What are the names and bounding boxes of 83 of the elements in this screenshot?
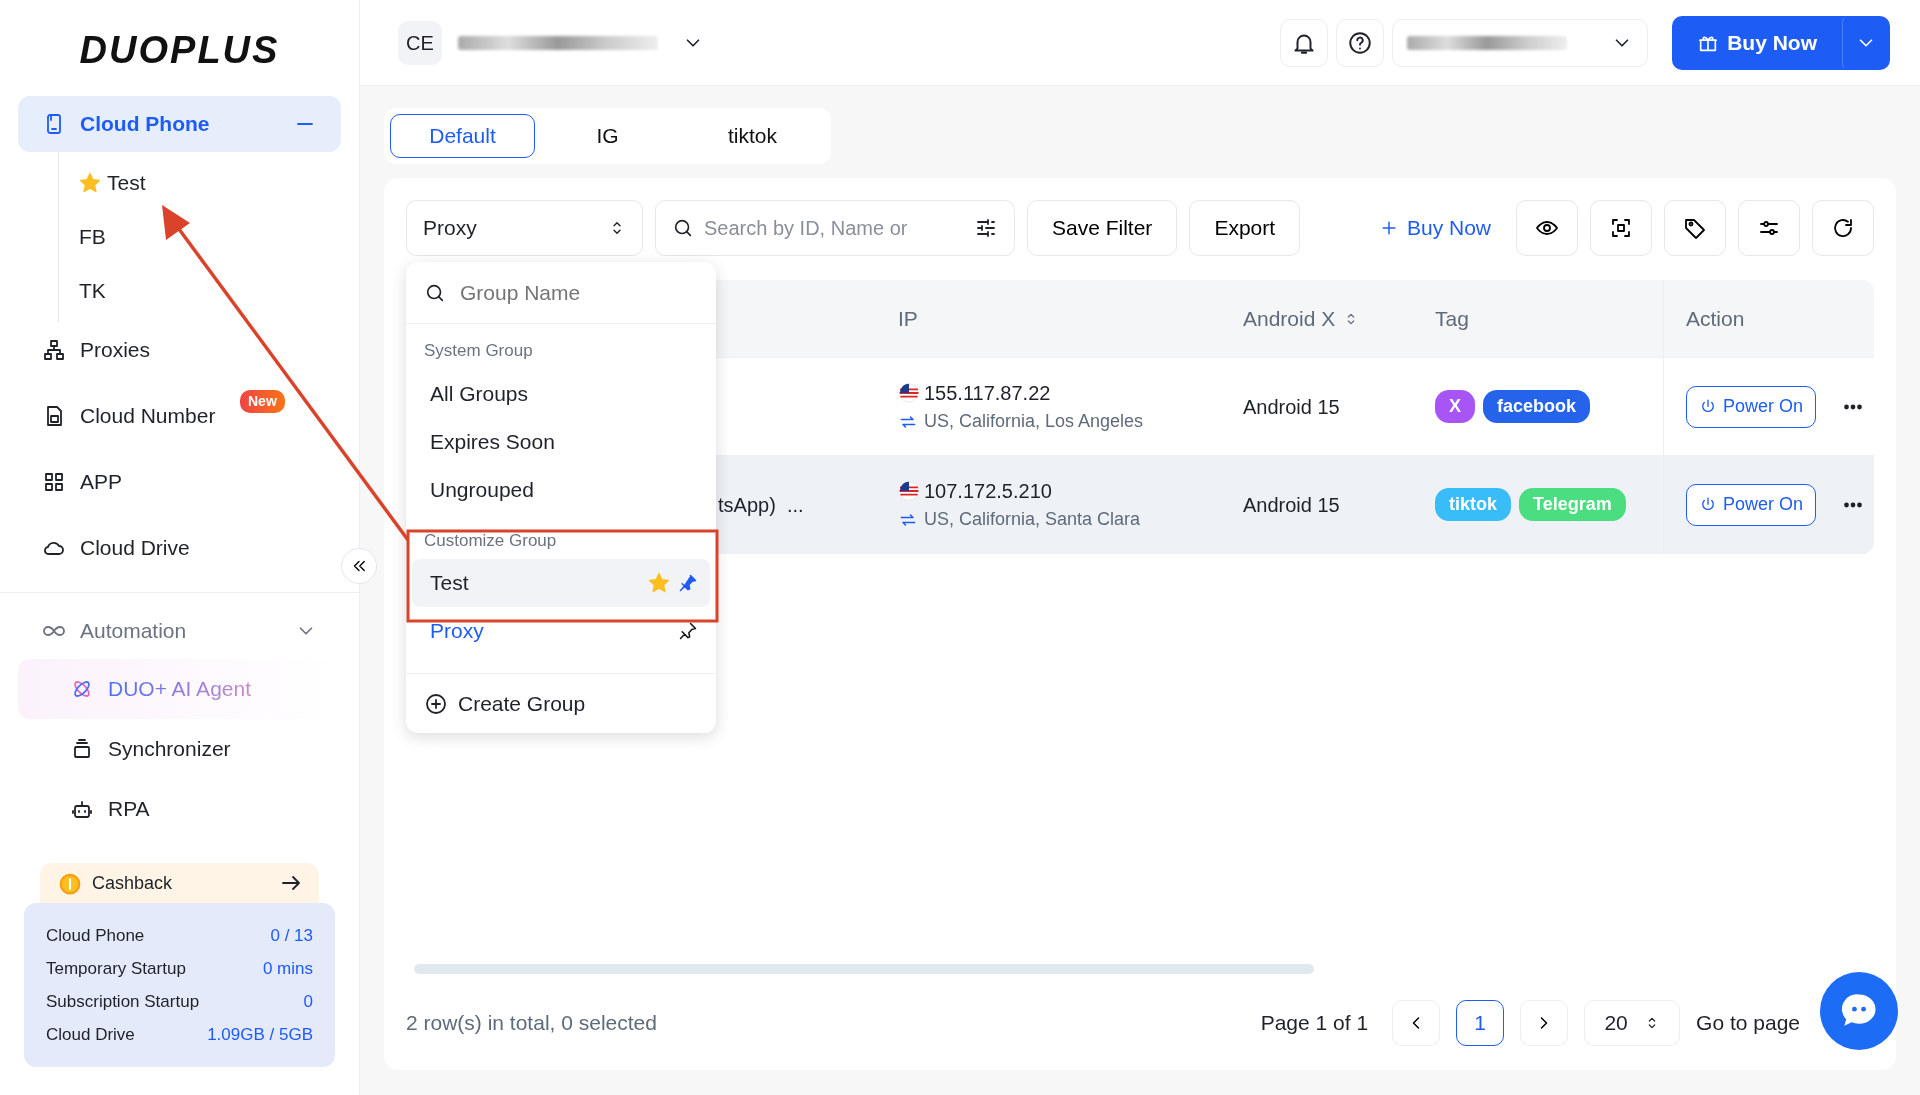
refresh-button[interactable] bbox=[1812, 200, 1874, 256]
group-tab[interactable]: IG bbox=[535, 114, 680, 158]
table-cell: tsApp) ... bbox=[718, 493, 804, 516]
notification-button[interactable] bbox=[1280, 18, 1329, 67]
us-flag-icon bbox=[898, 480, 920, 502]
page-size-select[interactable]: 20 bbox=[1584, 1000, 1681, 1046]
create-group-button[interactable]: Create Group bbox=[406, 673, 716, 733]
settings-button[interactable] bbox=[1738, 200, 1800, 256]
tag: Telegram bbox=[1519, 488, 1626, 521]
sidebar-item[interactable]: APP bbox=[18, 454, 341, 510]
filter-sliders-icon bbox=[974, 216, 998, 240]
column-header: Action bbox=[1686, 305, 1745, 332]
sidebar-item[interactable]: Cloud Number New bbox=[18, 388, 341, 444]
search-box[interactable]: Search by ID, Name or bbox=[655, 200, 1015, 256]
cashback-banner[interactable]: Cashback bbox=[40, 863, 319, 903]
buy-now-link[interactable]: Buy Now bbox=[1365, 205, 1504, 251]
column-header[interactable]: Android X bbox=[1243, 302, 1360, 335]
group-tab[interactable]: Default bbox=[390, 114, 535, 158]
plus-circle-icon bbox=[424, 691, 448, 716]
section-title: Customize Group bbox=[423, 529, 558, 552]
tag: tiktok bbox=[1435, 488, 1511, 521]
location-text: US, California, Santa Clara bbox=[924, 508, 1141, 531]
column-header: Tag bbox=[1435, 305, 1469, 332]
help-button[interactable] bbox=[1336, 18, 1385, 67]
column-header: IP bbox=[898, 305, 918, 332]
ip-address: 107.172.5.210 bbox=[924, 479, 1052, 504]
tag-icon bbox=[1683, 216, 1707, 240]
scan-button[interactable] bbox=[1590, 200, 1652, 256]
goto-label: Go to page bbox=[1696, 1010, 1800, 1037]
page-info: Page 1 of 1 bbox=[1260, 1010, 1369, 1037]
sidebar-subitem[interactable]: TK bbox=[59, 264, 359, 318]
grid-icon bbox=[42, 470, 66, 494]
search-input[interactable]: Search by ID, Name or bbox=[702, 212, 966, 244]
row-summary: 2 row(s) in total, 0 selected bbox=[406, 1010, 657, 1037]
network-icon bbox=[42, 338, 66, 362]
section-title: System Group bbox=[423, 340, 534, 362]
tag: facebook bbox=[1483, 390, 1591, 423]
save-filter-button[interactable]: Save Filter bbox=[1027, 200, 1178, 256]
sidebar-subitem[interactable]: FB bbox=[59, 210, 359, 264]
group-option[interactable]: Ungrouped bbox=[412, 465, 710, 514]
group-option[interactable]: Expires Soon bbox=[412, 417, 710, 466]
location-text: US, California, Los Angeles bbox=[924, 410, 1144, 433]
avatar[interactable]: CE bbox=[398, 20, 442, 65]
sidebar-subitem[interactable]: Test bbox=[59, 156, 359, 210]
usage-value: 0 bbox=[303, 990, 313, 1013]
sidebar-item[interactable]: Cloud Phone bbox=[18, 96, 341, 152]
new-badge: New bbox=[240, 390, 285, 413]
page-button[interactable]: 1 bbox=[1456, 1000, 1505, 1046]
sidebar-item[interactable]: RPA bbox=[18, 779, 341, 839]
group-tab[interactable]: tiktok bbox=[680, 114, 825, 158]
usage-label: Temporary Startup bbox=[46, 957, 186, 980]
group-search-field[interactable]: Group Name bbox=[406, 262, 716, 324]
usage-label: Subscription Startup bbox=[46, 990, 200, 1013]
us-flag-icon bbox=[898, 382, 920, 404]
collapse-button[interactable] bbox=[341, 548, 377, 584]
tag-button[interactable] bbox=[1664, 200, 1726, 256]
table-cell: Android 15 bbox=[1243, 493, 1340, 516]
export-button[interactable]: Export bbox=[1189, 200, 1301, 256]
automation-header[interactable]: Automation bbox=[18, 603, 341, 659]
ip-address: 155.117.87.22 bbox=[924, 381, 1051, 406]
help-icon bbox=[1347, 29, 1374, 56]
usage-value: 1.09GB / 5GB bbox=[207, 1023, 313, 1046]
sidebar-item[interactable]: Synchronizer bbox=[18, 719, 341, 779]
usage-label: Cloud Drive bbox=[46, 1023, 135, 1046]
tag: X bbox=[1435, 390, 1475, 423]
visibility-button[interactable] bbox=[1516, 200, 1578, 256]
usage-value: 0 / 13 bbox=[270, 924, 313, 947]
horizontal-scrollbar[interactable] bbox=[414, 964, 1314, 974]
sidebar-item[interactable]: Proxies bbox=[18, 322, 341, 378]
power-on-button[interactable]: Power On bbox=[1686, 483, 1817, 526]
group-option[interactable]: All Groups bbox=[412, 369, 710, 418]
scan-icon bbox=[1609, 216, 1633, 240]
usage-value: 0 mins bbox=[262, 957, 313, 980]
refresh-icon bbox=[1831, 216, 1855, 240]
search-icon bbox=[672, 217, 694, 239]
group-select[interactable]: Proxy bbox=[406, 200, 643, 256]
group-option[interactable]: Proxy bbox=[412, 607, 710, 655]
usage-label: Cloud Phone bbox=[46, 924, 145, 947]
power-on-button[interactable]: Power On bbox=[1686, 385, 1817, 428]
group-option[interactable]: Test bbox=[412, 559, 710, 607]
logo: DUOPLUS bbox=[78, 28, 281, 73]
table-cell: Android 15 bbox=[1243, 395, 1340, 418]
sidebar-item[interactable]: Cloud Drive bbox=[18, 520, 341, 576]
